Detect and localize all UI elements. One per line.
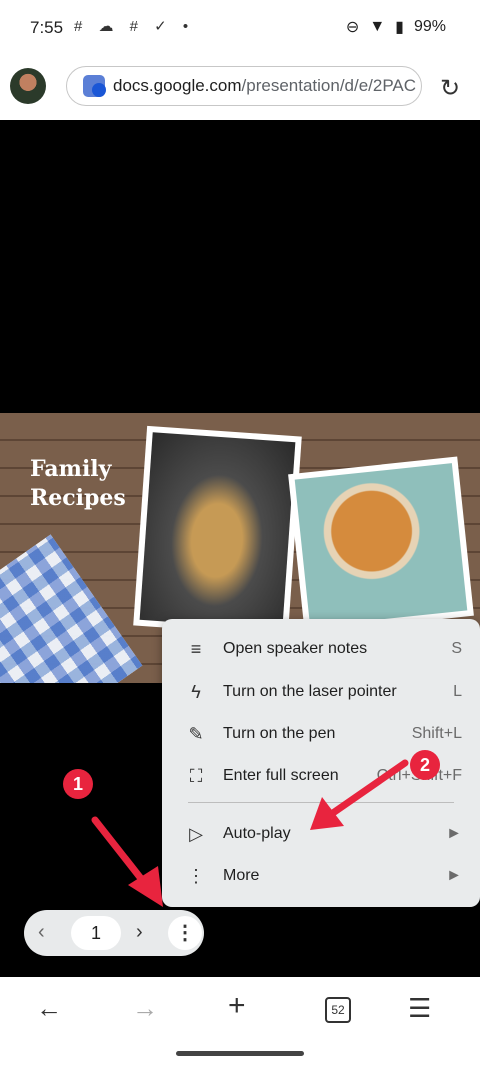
more-options-icon[interactable]: ⋮ [168, 916, 202, 950]
previous-slide-icon[interactable]: ‹ [38, 921, 45, 944]
annotation-arrow-2-shaft [326, 759, 409, 819]
back-icon[interactable]: ← [36, 993, 62, 1024]
new-tab-icon[interactable]: + [228, 989, 246, 1023]
page-number[interactable]: 1 [71, 916, 121, 950]
tab-switcher[interactable]: 52 [325, 997, 351, 1023]
annotation-arrow-2-head [310, 797, 344, 830]
browser-bottom-bar: ← → + 52 ☰ [0, 977, 480, 1067]
menu-icon[interactable]: ☰ [408, 993, 431, 1024]
forward-icon[interactable]: → [132, 993, 158, 1024]
next-slide-icon[interactable]: › [136, 921, 143, 944]
slide-pager: ‹ 1 › ⋮ [24, 910, 204, 956]
home-gesture-bar[interactable] [176, 1051, 304, 1056]
annotation-arrows [91, 759, 409, 907]
